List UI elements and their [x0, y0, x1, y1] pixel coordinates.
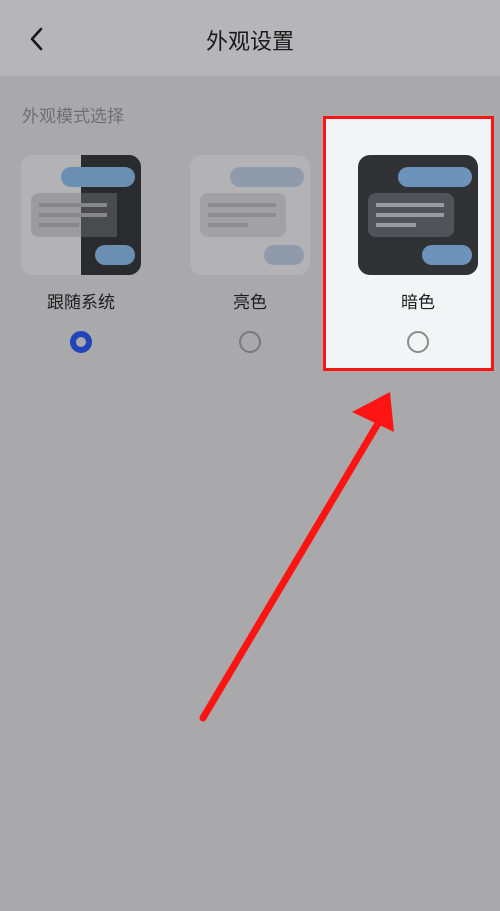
- radio-light[interactable]: [239, 331, 261, 353]
- option-label: 暗色: [401, 293, 435, 313]
- follow-system-theme-thumbnail: [21, 155, 141, 275]
- light-theme-thumbnail: [190, 155, 310, 275]
- radio-follow-system-selected[interactable]: [70, 331, 92, 353]
- header-bar: 外观设置: [0, 0, 500, 76]
- option-dark[interactable]: 暗色: [350, 150, 486, 360]
- option-label: 亮色: [233, 293, 267, 313]
- option-light[interactable]: 亮色: [182, 150, 318, 360]
- dark-theme-thumbnail: [358, 155, 478, 275]
- radio-dark[interactable]: [407, 331, 429, 353]
- option-follow-system[interactable]: 跟随系统: [13, 150, 149, 360]
- option-label: 跟随系统: [47, 293, 115, 313]
- section-label: 外观模式选择: [22, 107, 124, 127]
- page-title: 外观设置: [205, 30, 294, 55]
